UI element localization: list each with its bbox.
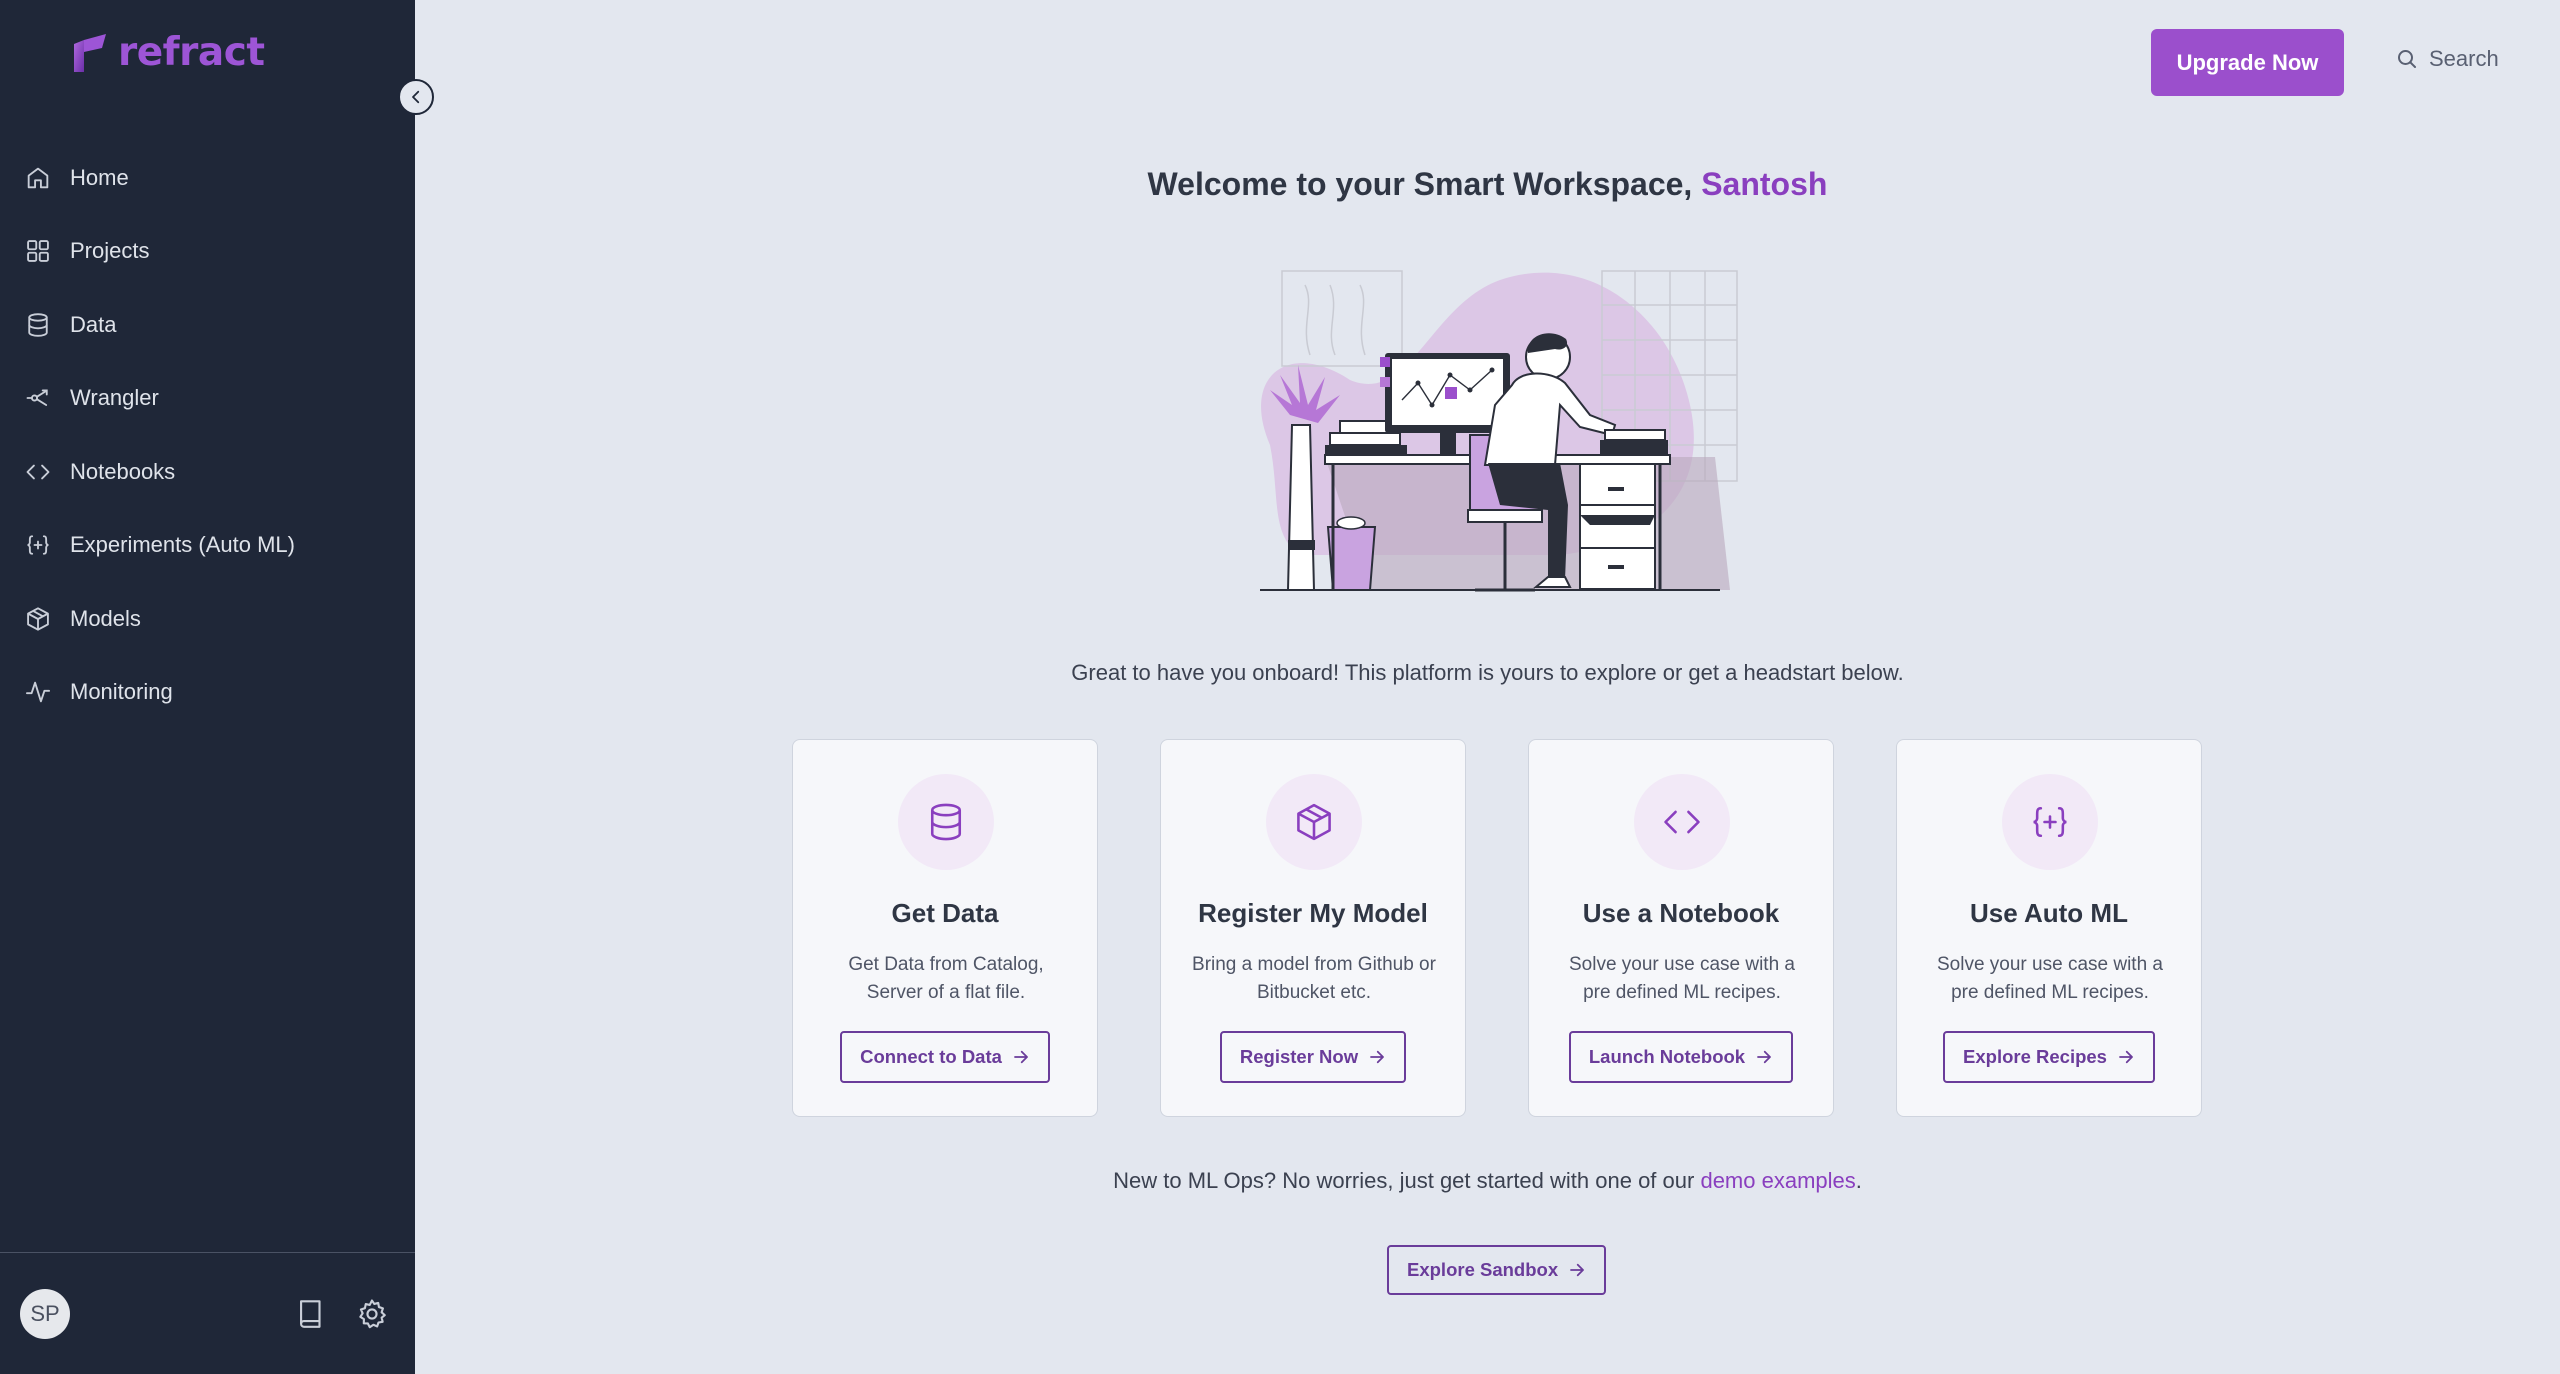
card-icon-circle <box>2002 774 2098 870</box>
sidebar-item-label: Experiments (Auto ML) <box>70 532 295 558</box>
pulse-icon <box>25 681 51 703</box>
button-label: Explore Recipes <box>1963 1046 2107 1067</box>
sidebar-item-wrangler[interactable]: Wrangler <box>0 362 415 436</box>
user-name: Santosh <box>1701 166 1828 202</box>
code-icon <box>1664 810 1700 834</box>
braces-plus-icon <box>27 535 49 555</box>
arrow-right-icon <box>1570 1263 1585 1277</box>
card-icon-circle <box>1634 774 1730 870</box>
share-icon <box>26 389 48 407</box>
sidebar-item-experiments[interactable]: Experiments (Auto ML) <box>0 509 415 583</box>
search-label: Search <box>2429 46 2499 71</box>
welcome-prefix: Welcome to your Smart Workspace, <box>1147 166 1702 202</box>
sidebar: refract Home Projects Data Wrangler Note… <box>0 0 415 1374</box>
card-use-notebook: Use a Notebook Solve your use case with … <box>1528 739 1834 1117</box>
explore-recipes-button[interactable]: Explore Recipes <box>1943 1031 2155 1083</box>
sidebar-item-models[interactable]: Models <box>0 582 415 656</box>
sidebar-item-label: Monitoring <box>70 679 173 705</box>
page-title: Welcome to your Smart Workspace, Santosh <box>415 166 2560 203</box>
quickstart-cards: Get Data Get Data from Catalog, Server o… <box>792 739 2202 1117</box>
book-icon[interactable] <box>294 1297 328 1331</box>
upgrade-button[interactable]: Upgrade Now <box>2151 29 2344 96</box>
sidebar-item-home[interactable]: Home <box>0 141 415 215</box>
card-title: Register My Model <box>1198 898 1428 928</box>
collapse-sidebar-button[interactable] <box>398 79 434 115</box>
sidebar-item-notebooks[interactable]: Notebooks <box>0 435 415 509</box>
card-description: Bring a model from Github or Bitbucket e… <box>1192 954 1436 1003</box>
sidebar-item-label: Data <box>70 311 117 337</box>
card-description: Solve your use case with a pre defined M… <box>1568 954 1795 1003</box>
sidebar-nav: Home Projects Data Wrangler Notebooks Ex… <box>0 141 415 729</box>
database-icon <box>28 312 48 337</box>
grid-icon <box>27 240 49 263</box>
card-icon-circle <box>1266 774 1362 870</box>
launch-notebook-button[interactable]: Launch Notebook <box>1568 1031 1794 1083</box>
sidebar-divider <box>0 1252 415 1253</box>
button-label: Explore Sandbox <box>1407 1259 1559 1280</box>
card-title: Get Data <box>891 898 999 928</box>
cube-icon <box>1297 803 1331 841</box>
arrow-right-icon <box>2119 1050 2133 1064</box>
card-title: Use Auto ML <box>1970 898 2128 928</box>
explore-sandbox-button[interactable]: Explore Sandbox <box>1387 1245 1607 1295</box>
card-register-model: Register My Model Bring a model from Git… <box>1160 739 1466 1117</box>
sidebar-item-monitoring[interactable]: Monitoring <box>0 656 415 730</box>
database-icon <box>930 803 962 841</box>
arrow-right-icon <box>1014 1050 1028 1064</box>
button-label: Launch Notebook <box>1588 1046 1746 1067</box>
connect-to-data-button[interactable]: Connect to Data <box>840 1031 1050 1083</box>
card-icon-circle <box>898 774 994 870</box>
sidebar-item-projects[interactable]: Projects <box>0 215 415 289</box>
code-icon <box>26 464 50 480</box>
search-button[interactable]: Search <box>2395 46 2499 72</box>
button-label: Register Now <box>1239 1046 1359 1067</box>
card-use-auto-ml: Use Auto ML Solve your use case with a p… <box>1896 739 2202 1117</box>
demo-text: New to ML Ops? No worries, just get star… <box>415 1168 2560 1194</box>
sidebar-item-label: Notebooks <box>70 458 176 484</box>
workspace-illustration <box>1260 270 1738 592</box>
card-get-data: Get Data Get Data from Catalog, Server o… <box>792 739 1098 1117</box>
cube-icon <box>27 607 49 631</box>
sidebar-item-label: Models <box>70 605 141 631</box>
brand-name: refract <box>118 30 265 75</box>
gear-icon[interactable] <box>355 1297 389 1331</box>
chevron-left-icon <box>412 90 420 104</box>
avatar[interactable]: SP <box>20 1289 70 1339</box>
card-title: Use a Notebook <box>1582 898 1780 928</box>
braces-plus-icon <box>2033 806 2067 838</box>
demo-prefix: New to ML Ops? No worries, just get star… <box>1113 1168 1701 1193</box>
sidebar-item-label: Home <box>70 164 129 190</box>
demo-suffix: . <box>1855 1168 1862 1193</box>
search-icon <box>2398 50 2416 68</box>
home-icon <box>27 167 49 189</box>
register-now-button[interactable]: Register Now <box>1219 1031 1407 1083</box>
arrow-right-icon <box>1757 1050 1772 1064</box>
sidebar-item-data[interactable]: Data <box>0 288 415 362</box>
sidebar-item-label: Projects <box>70 238 150 264</box>
intro-text: Great to have you onboard! This platform… <box>1071 660 1904 685</box>
arrow-right-icon <box>1370 1050 1385 1064</box>
demo-examples-link[interactable]: demo examples <box>1700 1168 1855 1193</box>
refract-logo-icon <box>74 33 106 72</box>
sidebar-item-label: Wrangler <box>70 385 159 411</box>
button-label: Connect to Data <box>860 1046 1002 1067</box>
card-description: Get Data from Catalog, Server of a flat … <box>848 954 1044 1003</box>
card-description: Solve your use case with a pre defined M… <box>1936 954 2163 1003</box>
logo[interactable]: refract <box>72 30 265 75</box>
